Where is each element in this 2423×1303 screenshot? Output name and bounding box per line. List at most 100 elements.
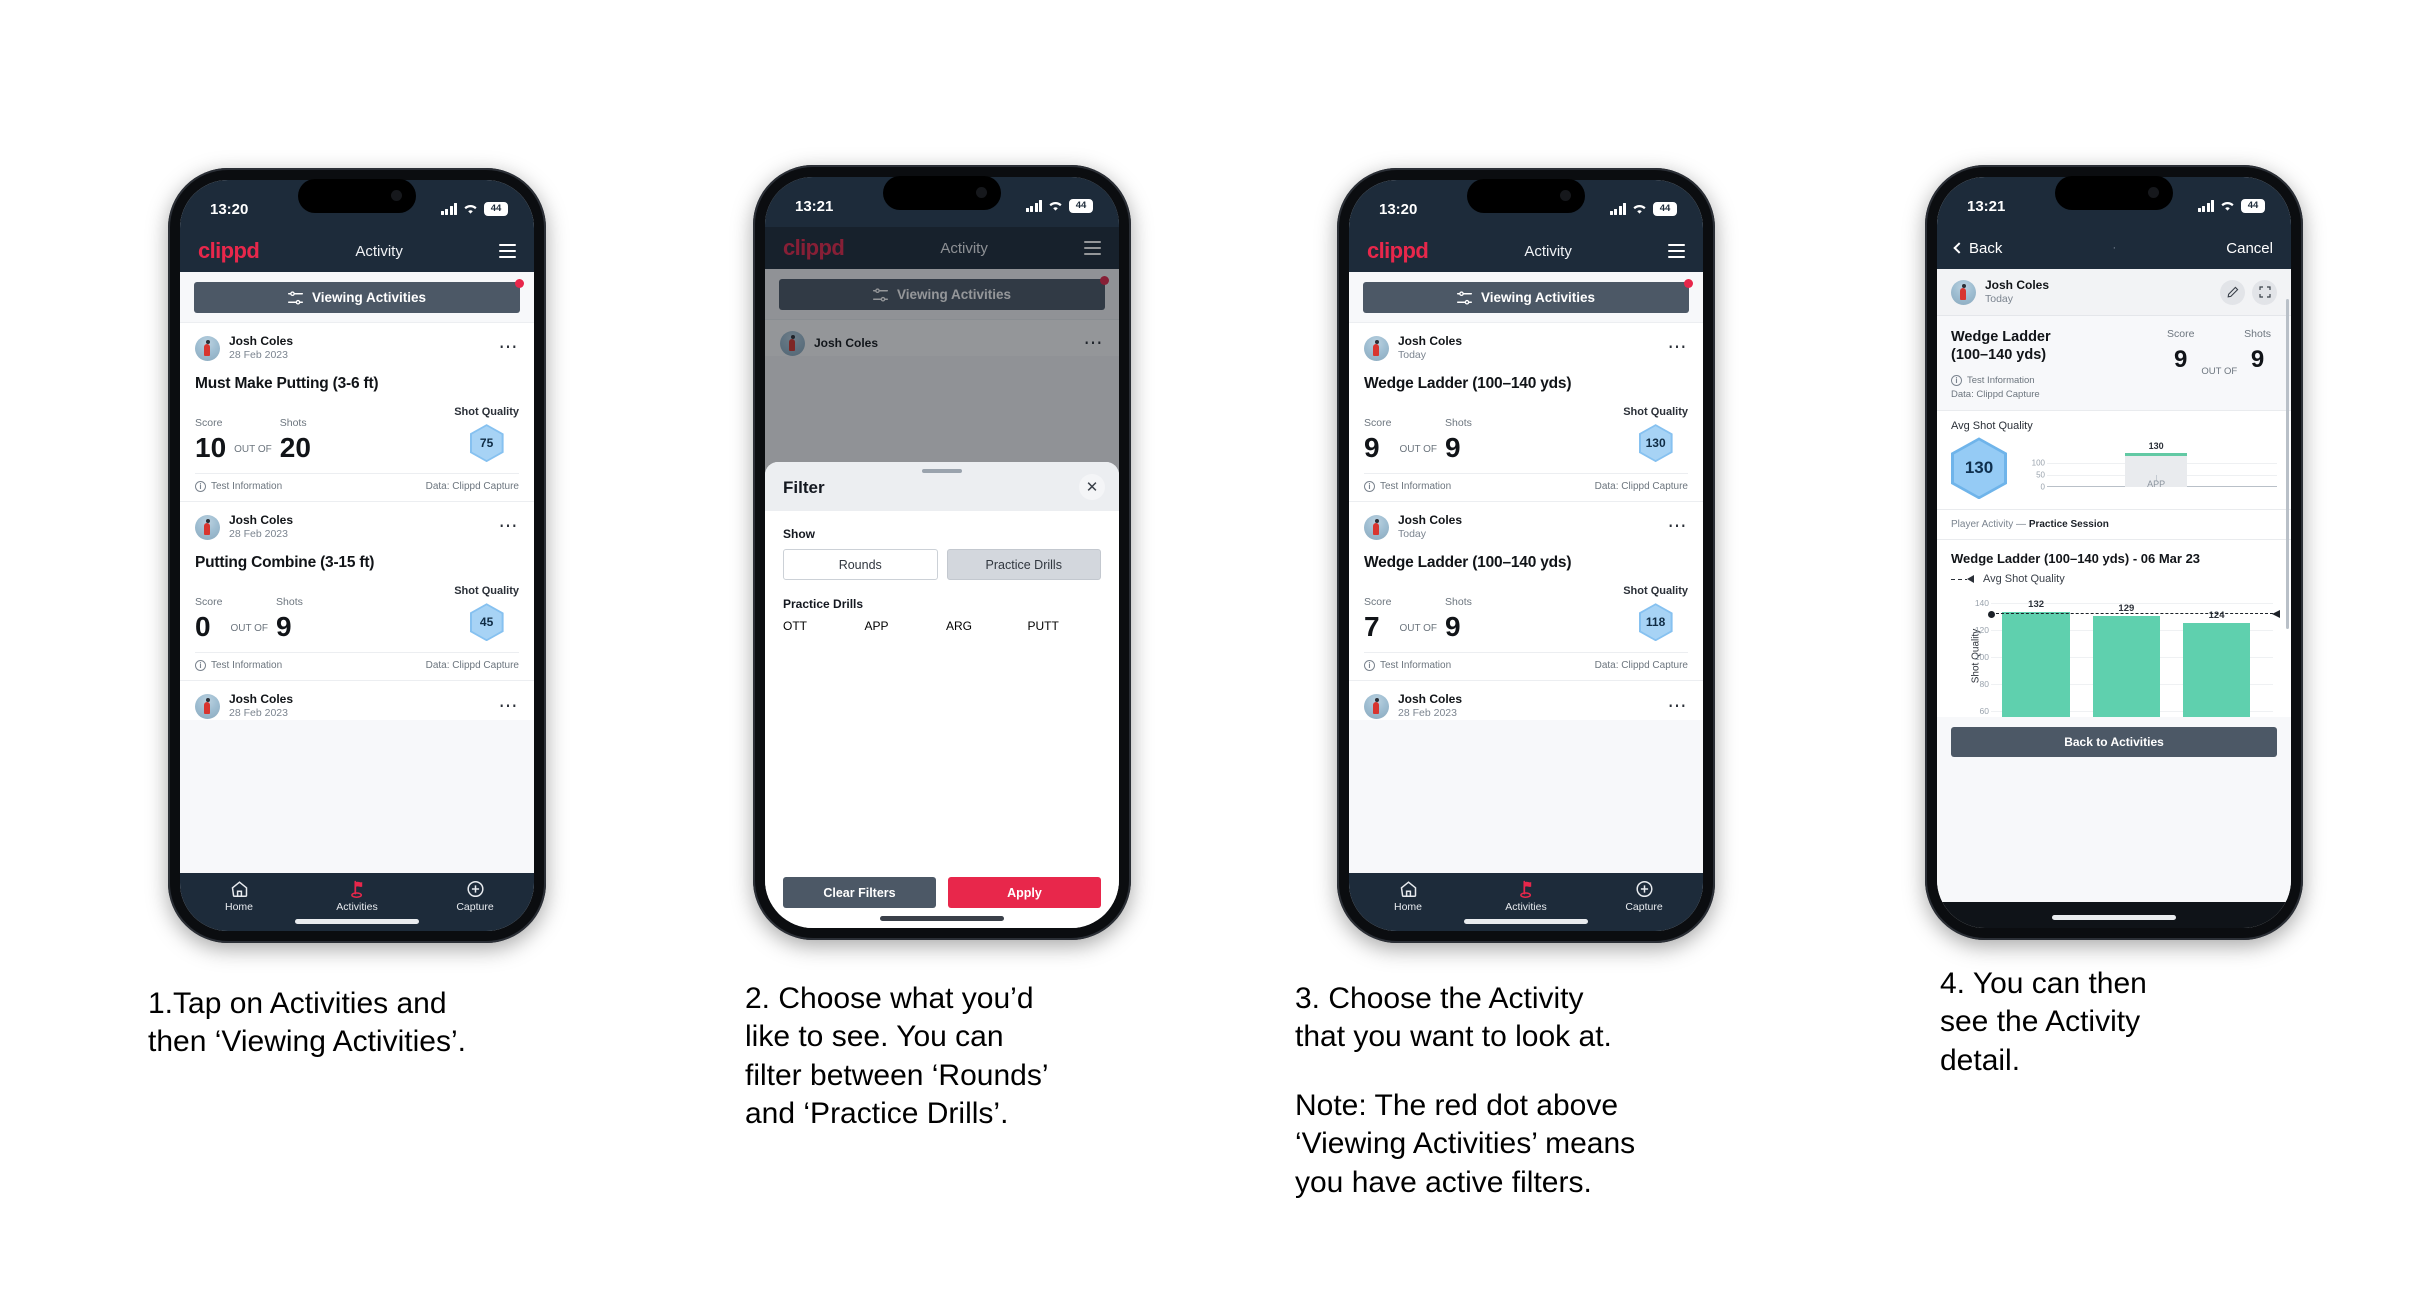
data-source-label: Data: Clippd Capture (1594, 660, 1688, 672)
card-more-icon[interactable]: ⋯ (1668, 517, 1689, 537)
back-button[interactable]: Back (1953, 240, 2002, 257)
avatar (1364, 514, 1389, 540)
option-arg[interactable]: ARG (946, 619, 1020, 650)
shots-group: Shots 20 (280, 417, 311, 462)
shots-value: 9 (276, 610, 292, 642)
card-more-icon[interactable]: ⋯ (499, 696, 520, 716)
test-information[interactable]: i Test Information (195, 660, 282, 672)
shot-quality-label: Shot Quality (1623, 585, 1688, 598)
card-more-icon[interactable]: ⋯ (1668, 338, 1689, 358)
viewing-activities-button[interactable]: Viewing Activities (1363, 282, 1689, 313)
shot-quality-bar-chart: Shot Quality 140 120 100 80 60 132 129 1… (1951, 595, 2280, 718)
detail-summary: Wedge Ladder (100–140 yds) i Test Informa… (1937, 316, 2291, 411)
tab-capture-label: Capture (456, 901, 494, 913)
activity-card-partial[interactable]: Josh Coles 28 Feb 2023 ⋯ (180, 680, 534, 721)
tab-capture[interactable]: Capture (416, 880, 534, 913)
hamburger-menu-icon[interactable] (1667, 244, 1685, 258)
user-name: Josh Coles (229, 334, 294, 348)
mini-xlabel: APP (2147, 479, 2166, 490)
test-information[interactable]: i Test Information (1364, 481, 1451, 493)
option-ott[interactable]: OTT (783, 619, 857, 650)
option-app[interactable]: APP (865, 619, 939, 650)
legend-dash-icon (1951, 574, 1977, 584)
shot-quality-label: Shot Quality (454, 585, 519, 598)
activity-card[interactable]: Josh Coles 28 Feb 2023 ⋯ Must Make Putti… (180, 322, 534, 502)
shot-quality-group: Shot Quality 75 (454, 406, 519, 463)
score-label: Score (195, 595, 223, 608)
card-more-icon[interactable]: ⋯ (1668, 696, 1689, 716)
shot-quality-group: Shot Quality 130 (1623, 406, 1688, 463)
caption-1: 1.Tap on Activities and then ‘Viewing Ac… (148, 985, 668, 1062)
test-information[interactable]: i Test Information (195, 481, 282, 493)
card-header: Josh Coles 28 Feb 2023 ⋯ (195, 513, 519, 541)
activity-detail[interactable]: Josh Coles Today Wedge Ladder (100–140 y… (1937, 269, 2291, 902)
filter-sliders-icon (1456, 290, 1472, 305)
out-of-label: OUT OF (230, 623, 269, 635)
out-of-label: OUT OF (2201, 365, 2238, 377)
option-putt[interactable]: PUTT (1028, 619, 1102, 650)
avatar (195, 335, 220, 361)
score-label: Score (1364, 595, 1392, 608)
tab-activities[interactable]: Activities (1467, 880, 1585, 913)
clear-filters-button[interactable]: Clear Filters (783, 877, 936, 908)
avg-line-end-arrow (2272, 609, 2280, 618)
caption-4: 4. You can then see the Activity detail. (1940, 965, 2360, 1080)
score-group: Score 10 (195, 417, 226, 462)
shots-label: Shots (2244, 328, 2271, 341)
clippd-logo[interactable]: clippd (1367, 238, 1429, 264)
shots-value: 20 (279, 431, 311, 463)
mini-bar-app: 130 APP (2125, 441, 2188, 490)
ytick-100: 100 (1974, 652, 1989, 663)
scrollbar[interactable] (2286, 299, 2289, 629)
back-to-activities-button[interactable]: Back to Activities (1951, 727, 2277, 758)
filter-sheet: Filter ✕ Show Rounds Practice Drills Pra… (765, 462, 1119, 928)
session-chart-card: Wedge Ladder (100–140 yds) - 06 Mar 23 A… (1937, 540, 2291, 718)
pencil-icon[interactable] (2220, 279, 2245, 305)
score-value: 9 (1364, 431, 1380, 463)
mini-ytick-50: 50 (2036, 470, 2045, 480)
hamburger-menu-icon[interactable] (498, 244, 516, 258)
tab-home[interactable]: Home (1349, 880, 1467, 913)
option-practice-drills[interactable]: Practice Drills (946, 549, 1101, 580)
apply-button[interactable]: Apply (948, 877, 1101, 908)
activity-date: 28 Feb 2023 (1398, 707, 1457, 720)
viewing-activities-button[interactable]: Viewing Activities (194, 282, 520, 313)
player-activity-prefix: Player Activity — (1951, 519, 2029, 531)
test-information[interactable]: i Test Information (1364, 660, 1451, 672)
sheet-grabber[interactable] (922, 469, 962, 473)
option-rounds[interactable]: Rounds (783, 549, 938, 580)
activity-date: 28 Feb 2023 (229, 349, 288, 361)
activity-card[interactable]: Josh Coles Today ⋯ Wedge Ladder (100–140… (1349, 501, 1703, 681)
golf-flag-icon (348, 880, 367, 898)
activity-card-partial[interactable]: Josh Coles 28 Feb 2023 ⋯ (1349, 680, 1703, 721)
activity-card[interactable]: Josh Coles Today ⋯ Wedge Ladder (100–140… (1349, 322, 1703, 502)
phone-2: 13:21 44 clippd Activity Viewing Activit… (753, 165, 1131, 940)
score-value: 9 (2174, 346, 2188, 374)
info-icon: i (1364, 481, 1375, 493)
activity-date: Today (1398, 528, 1427, 541)
clippd-logo[interactable]: clippd (198, 238, 260, 264)
notch (298, 179, 416, 213)
caption-2: 2. Choose what you’d like to see. You ca… (745, 980, 1245, 1134)
chart-yaxis: 140 120 100 80 60 (1965, 595, 1989, 717)
card-more-icon[interactable]: ⋯ (499, 338, 520, 358)
expand-icon[interactable] (2252, 279, 2277, 305)
card-header: Josh Coles 28 Feb 2023 ⋯ (195, 334, 519, 362)
cancel-button[interactable]: Cancel (2226, 240, 2273, 257)
test-information[interactable]: i Test Information (1951, 375, 2063, 387)
activity-card[interactable]: Josh Coles 28 Feb 2023 ⋯ Putting Combine… (180, 501, 534, 681)
screen-4: 13:21 44 Back · Cancel Josh Coles Today … (1937, 177, 2291, 928)
activity-list[interactable]: Josh Coles 28 Feb 2023 ⋯ Must Make Putti… (180, 322, 534, 873)
shot-quality-value: 118 (1640, 605, 1671, 640)
card-more-icon[interactable]: ⋯ (499, 517, 520, 537)
tab-home[interactable]: Home (180, 880, 298, 913)
app-top-bar: clippd Activity (180, 230, 534, 272)
chart-legend: Avg Shot Quality (1951, 573, 2277, 585)
activity-list[interactable]: Josh Coles Today ⋯ Wedge Ladder (100–140… (1349, 322, 1703, 873)
data-source-label: Data: Clippd Capture (1951, 389, 2040, 401)
close-icon[interactable]: ✕ (1079, 474, 1105, 500)
score-group: Score 9 (2167, 328, 2194, 374)
player-activity-type: Practice Session (2028, 519, 2109, 531)
tab-capture[interactable]: Capture (1585, 880, 1703, 913)
tab-activities[interactable]: Activities (298, 880, 416, 913)
